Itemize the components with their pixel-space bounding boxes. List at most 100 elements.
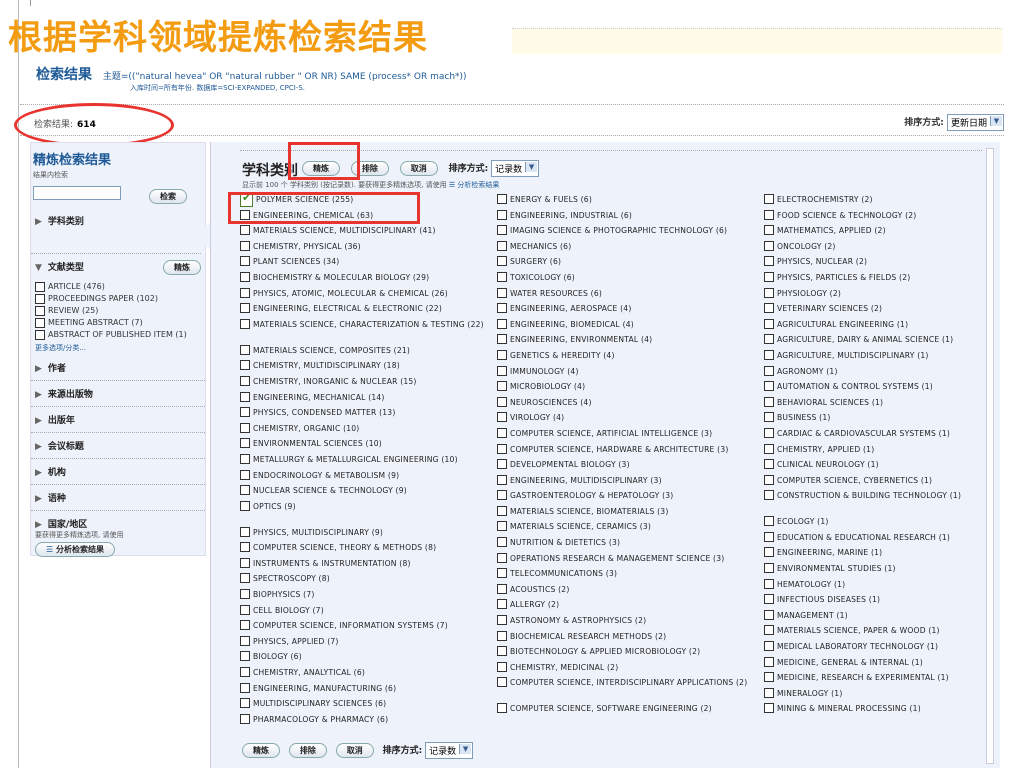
checkbox[interactable] [497,646,507,657]
sidebar-section[interactable]: ▶ 机构 [31,459,205,485]
checkbox[interactable] [764,396,774,407]
subject-item[interactable]: BUSINESS (1) [764,412,974,428]
checkbox[interactable] [497,209,507,220]
subject-item[interactable]: MULTIDISCIPLINARY SCIENCES (6) [240,698,492,714]
checkbox[interactable] [240,485,250,496]
checkbox[interactable] [764,656,774,667]
checkbox[interactable] [240,667,250,678]
subject-item[interactable]: EDUCATION & EDUCATIONAL RESEARCH (1) [764,531,974,548]
checkbox[interactable] [764,427,774,438]
checkbox[interactable] [240,256,250,267]
subject-item[interactable]: MATERIALS SCIENCE, MULTIDISCIPLINARY (41… [240,225,492,241]
cancel-button[interactable]: 取消 [399,161,438,176]
subject-item[interactable]: OPERATIONS RESEARCH & MANAGEMENT SCIENCE… [497,552,759,569]
sort-select[interactable]: 更新日期 ▼ [946,114,1004,131]
checkbox[interactable] [240,240,250,251]
sidebar-section[interactable]: ▶ 作者 [31,355,205,381]
sidebar-section[interactable]: ▶ 来源出版物 [31,381,205,407]
checkbox[interactable] [240,682,250,693]
subject-item[interactable]: COMPUTER SCIENCE, CYBERNETICS (1) [764,474,974,491]
checkbox[interactable] [497,271,507,282]
checkbox[interactable] [240,557,250,568]
checkbox[interactable] [497,615,507,626]
checkbox[interactable] [240,344,250,355]
subject-item[interactable]: CLINICAL NEUROLOGY (1) [764,459,974,475]
subject-item[interactable]: PHYSICS, PARTICLES & FIELDS (2) [764,271,974,288]
checkbox[interactable] [497,349,507,360]
checkbox[interactable] [497,194,507,204]
subject-item[interactable]: MINING & MINERAL PROCESSING (1) [764,703,974,719]
subject-item[interactable]: TELECOMMUNICATIONS (3) [497,568,759,584]
checkbox[interactable] [240,651,250,662]
subject-item[interactable]: BIOPHYSICS (7) [240,589,492,605]
checkbox[interactable] [764,334,774,345]
subject-item[interactable]: ELECTROCHEMISTRY (2) [764,194,974,210]
subject-item[interactable]: ECOLOGY (1) [764,516,974,532]
subject-item[interactable]: MEDICINE, RESEARCH & EXPERIMENTAL (1) [764,672,974,688]
subject-item[interactable]: CHEMISTRY, ANALYTICAL (6) [240,667,492,683]
analyze-results-button[interactable]: ☰ 分析检索结果 [35,542,115,557]
checkbox[interactable] [497,490,507,501]
checkbox[interactable] [240,620,250,631]
search-within-button[interactable]: 检索 [149,189,187,204]
subject-item[interactable]: BEHAVIORAL SCIENCES (1) [764,396,974,413]
checkbox[interactable] [497,552,507,563]
checkbox[interactable] [497,381,507,392]
subject-item[interactable]: HEMATOLOGY (1) [764,578,974,595]
checkbox[interactable] [240,360,250,371]
checkbox[interactable] [497,334,507,345]
subject-item[interactable]: MATERIALS SCIENCE, BIOMATERIALS (3) [497,505,759,522]
sidebar-section[interactable]: ▶ 语种 [31,485,205,511]
subject-item[interactable]: BIOCHEMISTRY & MOLECULAR BIOLOGY (29) [240,271,492,288]
checkbox[interactable] [240,422,250,433]
analyze-link[interactable]: ☰ 分析检索结果 [449,181,500,189]
subject-item[interactable]: MEDICINE, GENERAL & INTERNAL (1) [764,656,974,673]
subject-item[interactable]: ENGINEERING, BIOMEDICAL (4) [497,318,759,335]
subject-item[interactable]: ENGINEERING, ELECTRICAL & ELECTRONIC (22… [240,303,492,319]
checkbox[interactable] [497,225,507,236]
subject-item[interactable]: PHYSICS, MULTIDISCIPLINARY (9) [240,526,492,543]
subject-item[interactable]: CHEMISTRY, ORGANIC (10) [240,422,492,439]
subject-item[interactable]: ALLERGY (2) [497,599,759,615]
subject-item[interactable]: COMPUTER SCIENCE, HARDWARE & ARCHITECTUR… [497,443,759,460]
doctype-refine-button[interactable]: 精炼 [163,260,201,275]
subject-item[interactable]: VIROLOGY (4) [497,412,759,428]
subject-item[interactable]: PHYSICS, CONDENSED MATTER (13) [240,407,492,423]
checkbox[interactable] [764,194,774,204]
checkbox[interactable] [764,256,774,267]
subject-item[interactable]: ENGINEERING, ENVIRONMENTAL (4) [497,334,759,350]
checkbox[interactable] [240,438,250,449]
more-options-link[interactable]: 更多选项/分类... [31,341,205,355]
checkbox[interactable] [240,573,250,584]
checkbox[interactable] [240,453,250,464]
subject-item[interactable]: ASTRONOMY & ASTROPHYSICS (2) [497,615,759,631]
checkbox[interactable] [497,568,507,579]
subject-item[interactable]: NEUROSCIENCES (4) [497,396,759,413]
subject-item[interactable]: INSTRUMENTS & INSTRUMENTATION (8) [240,557,492,574]
checkbox[interactable] [497,365,507,376]
subject-item[interactable]: MICROBIOLOGY (4) [497,381,759,397]
checkbox[interactable] [764,240,774,251]
doctype-item[interactable]: MEETING ABSTRACT (7) [31,317,205,329]
checkbox[interactable] [764,459,774,470]
doctype-item[interactable]: ABSTRACT OF PUBLISHED ITEM (1) [31,329,205,341]
subject-item[interactable]: ACOUSTICS (2) [497,583,759,600]
checkbox[interactable] [240,604,250,615]
checkbox[interactable] [764,349,774,360]
checkbox[interactable] [35,318,45,328]
sort-select[interactable]: 记录数 ▼ [425,742,474,759]
subject-item[interactable]: SURGERY (6) [497,256,759,272]
checkbox[interactable] [764,609,774,620]
checkbox[interactable] [497,703,507,714]
checkbox[interactable] [240,526,250,537]
checkbox[interactable] [497,599,507,610]
checkbox[interactable] [764,563,774,574]
subject-item[interactable]: FOOD SCIENCE & TECHNOLOGY (2) [764,209,974,226]
subject-item[interactable]: COMPUTER SCIENCE, INTERDISCIPLINARY APPL… [497,677,759,703]
subject-item[interactable]: BIOCHEMICAL RESEARCH METHODS (2) [497,630,759,647]
cancel-button[interactable]: 取消 [335,743,374,758]
checkbox[interactable] [497,661,507,672]
subject-item[interactable]: METALLURGY & METALLURGICAL ENGINEERING (… [240,453,492,470]
sidebar-section-subject[interactable]: ▶ 学科类别 [31,208,205,233]
subject-item[interactable]: ENGINEERING, MARINE (1) [764,547,974,563]
